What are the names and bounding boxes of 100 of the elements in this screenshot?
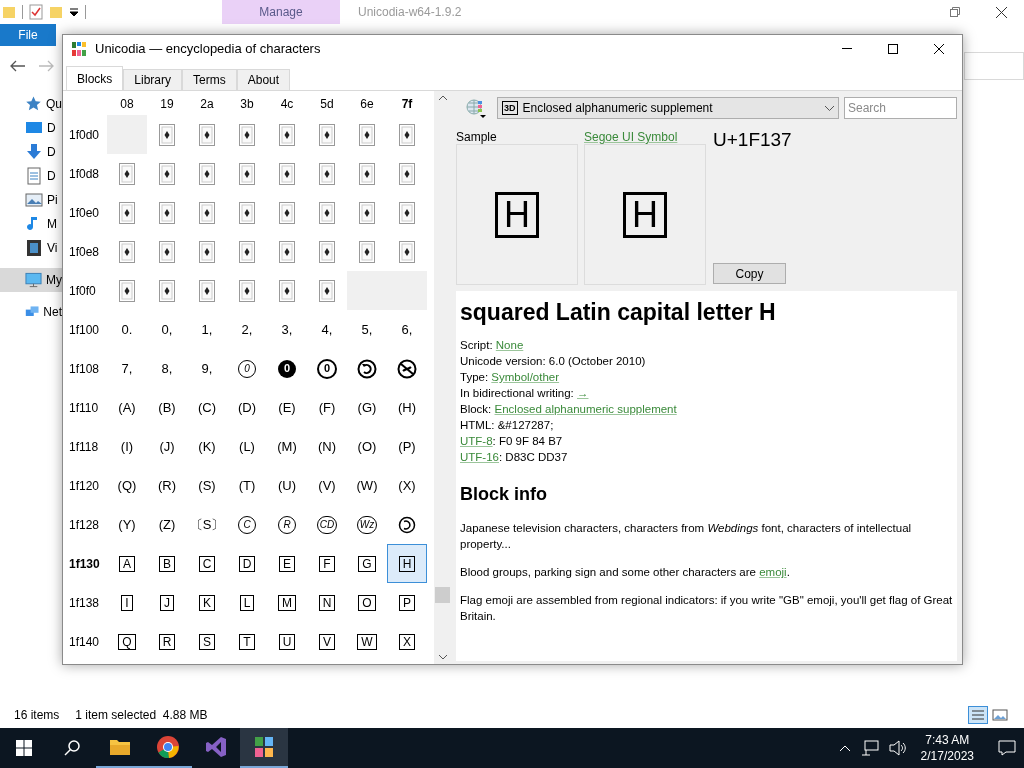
- glyph-cell[interactable]: CD: [307, 505, 347, 544]
- glyph-cell[interactable]: R: [267, 505, 307, 544]
- glyph-cell[interactable]: 0: [307, 349, 347, 388]
- glyph-cell[interactable]: (I): [107, 427, 147, 466]
- glyph-cell[interactable]: 8,: [147, 349, 187, 388]
- glyph-cell[interactable]: (Y): [107, 505, 147, 544]
- copy-button[interactable]: Copy: [713, 263, 786, 284]
- glyph-cell[interactable]: (X): [387, 466, 427, 505]
- glyph-cell[interactable]: 1,: [187, 310, 227, 349]
- volume-icon[interactable]: [888, 740, 907, 756]
- glyph-cell[interactable]: (V): [307, 466, 347, 505]
- glyph-cell[interactable]: I: [107, 583, 147, 622]
- glyph-cell[interactable]: F: [307, 544, 347, 583]
- glyph-cell[interactable]: C: [187, 544, 227, 583]
- glyph-cell[interactable]: 6,: [387, 310, 427, 349]
- scroll-down-icon[interactable]: [438, 655, 447, 660]
- address-field[interactable]: [964, 52, 1024, 80]
- file-tab[interactable]: File: [0, 24, 56, 46]
- glyph-cell[interactable]: L: [227, 583, 267, 622]
- tab[interactable]: Blocks: [66, 66, 124, 90]
- glyph-cell[interactable]: 0,: [147, 310, 187, 349]
- checklist-icon[interactable]: [29, 4, 43, 20]
- glyph-cell[interactable]: (E): [267, 388, 307, 427]
- glyph-cell[interactable]: 0: [267, 349, 307, 388]
- glyph-cell[interactable]: G: [347, 544, 387, 583]
- search-field[interactable]: Search: [844, 97, 957, 119]
- block-dropdown[interactable]: 3D Enclosed alphanumeric supplement: [497, 97, 839, 119]
- glyph-cell[interactable]: B: [147, 544, 187, 583]
- scrollbar-thumb[interactable]: [435, 587, 451, 603]
- link[interactable]: None: [495, 339, 524, 351]
- glyph-cell[interactable]: D: [227, 544, 267, 583]
- glyph-cell[interactable]: (M): [267, 427, 307, 466]
- glyph-cell[interactable]: 〔S〕: [187, 505, 227, 544]
- link[interactable]: Enclosed alphanumeric supplement: [494, 403, 677, 415]
- glyph-cell[interactable]: Q: [107, 622, 147, 661]
- glyph-cell[interactable]: 5,: [347, 310, 387, 349]
- network-icon[interactable]: [860, 740, 879, 756]
- font-link[interactable]: Segoe UI Symbol: [584, 128, 706, 144]
- scroll-up-icon[interactable]: [438, 95, 447, 100]
- glyph-cell[interactable]: (C): [187, 388, 227, 427]
- link[interactable]: UTF-16: [460, 451, 499, 463]
- glyph-cell[interactable]: 7,: [107, 349, 147, 388]
- glyph-cell[interactable]: 2,: [227, 310, 267, 349]
- globe-icon[interactable]: [464, 97, 488, 119]
- nav-item[interactable]: D: [0, 116, 62, 140]
- search-icon[interactable]: [64, 740, 80, 756]
- clock-time[interactable]: 7:43 AM: [925, 732, 970, 748]
- nav-item[interactable]: Pi: [0, 188, 62, 212]
- glyph-cell[interactable]: (N): [307, 427, 347, 466]
- glyph-cell[interactable]: Wz: [347, 505, 387, 544]
- glyph-cell[interactable]: 0.: [107, 310, 147, 349]
- glyph-cell[interactable]: X: [387, 622, 427, 661]
- tab[interactable]: Terms: [182, 69, 237, 90]
- tab[interactable]: Library: [123, 69, 183, 90]
- glyph-cell[interactable]: (S): [187, 466, 227, 505]
- glyph-cell[interactable]: R: [147, 622, 187, 661]
- folder-icon[interactable]: [49, 5, 63, 19]
- glyph-cell[interactable]: U: [267, 622, 307, 661]
- glyph-cell[interactable]: J: [147, 583, 187, 622]
- folder-icon[interactable]: [2, 5, 16, 19]
- tab[interactable]: About: [236, 69, 291, 90]
- glyph-cell[interactable]: M: [267, 583, 307, 622]
- nav-item[interactable]: Qu: [0, 92, 62, 116]
- windows-logo-icon[interactable]: [16, 740, 32, 756]
- glyph-cell[interactable]: A: [107, 544, 147, 583]
- glyph-cell[interactable]: (J): [147, 427, 187, 466]
- nav-item[interactable]: M: [0, 212, 62, 236]
- glyph-cell[interactable]: (K): [187, 427, 227, 466]
- glyph-cell[interactable]: (F): [307, 388, 347, 427]
- nav-item[interactable]: D: [0, 164, 62, 188]
- glyph-cell[interactable]: W: [347, 622, 387, 661]
- glyph-cell[interactable]: (O): [347, 427, 387, 466]
- glyph-cell[interactable]: (Q): [107, 466, 147, 505]
- link[interactable]: Symbol/other: [491, 371, 560, 383]
- glyph-cell[interactable]: (D): [227, 388, 267, 427]
- glyph-cell[interactable]: (P): [387, 427, 427, 466]
- glyph-cell[interactable]: N: [307, 583, 347, 622]
- clock-date[interactable]: 2/17/2023: [920, 748, 974, 764]
- link[interactable]: →: [577, 387, 589, 399]
- glyph-cell[interactable]: O: [347, 583, 387, 622]
- link[interactable]: UTF-8: [460, 435, 493, 447]
- glyph-cell[interactable]: 4,: [307, 310, 347, 349]
- glyph-cell[interactable]: K: [187, 583, 227, 622]
- nav-item[interactable]: Net: [0, 300, 62, 324]
- nav-item[interactable]: Vi: [0, 236, 62, 260]
- glyph-cell[interactable]: P: [387, 583, 427, 622]
- taskbar-app[interactable]: [240, 728, 288, 768]
- glyph-cell[interactable]: S: [187, 622, 227, 661]
- glyph-cell[interactable]: 9,: [187, 349, 227, 388]
- chevron-up-icon[interactable]: [838, 744, 851, 752]
- back-arrow-icon[interactable]: [10, 60, 26, 72]
- thumbnail-view-icon[interactable]: [990, 706, 1010, 724]
- link[interactable]: emoji: [759, 566, 787, 578]
- glyph-cell[interactable]: (A): [107, 388, 147, 427]
- glyph-cell[interactable]: (B): [147, 388, 187, 427]
- context-tab[interactable]: Manage: [222, 0, 340, 24]
- glyph-cell[interactable]: (U): [267, 466, 307, 505]
- glyph-cell[interactable]: 0: [227, 349, 267, 388]
- glyph-cell[interactable]: T: [227, 622, 267, 661]
- nav-item[interactable]: D: [0, 140, 62, 164]
